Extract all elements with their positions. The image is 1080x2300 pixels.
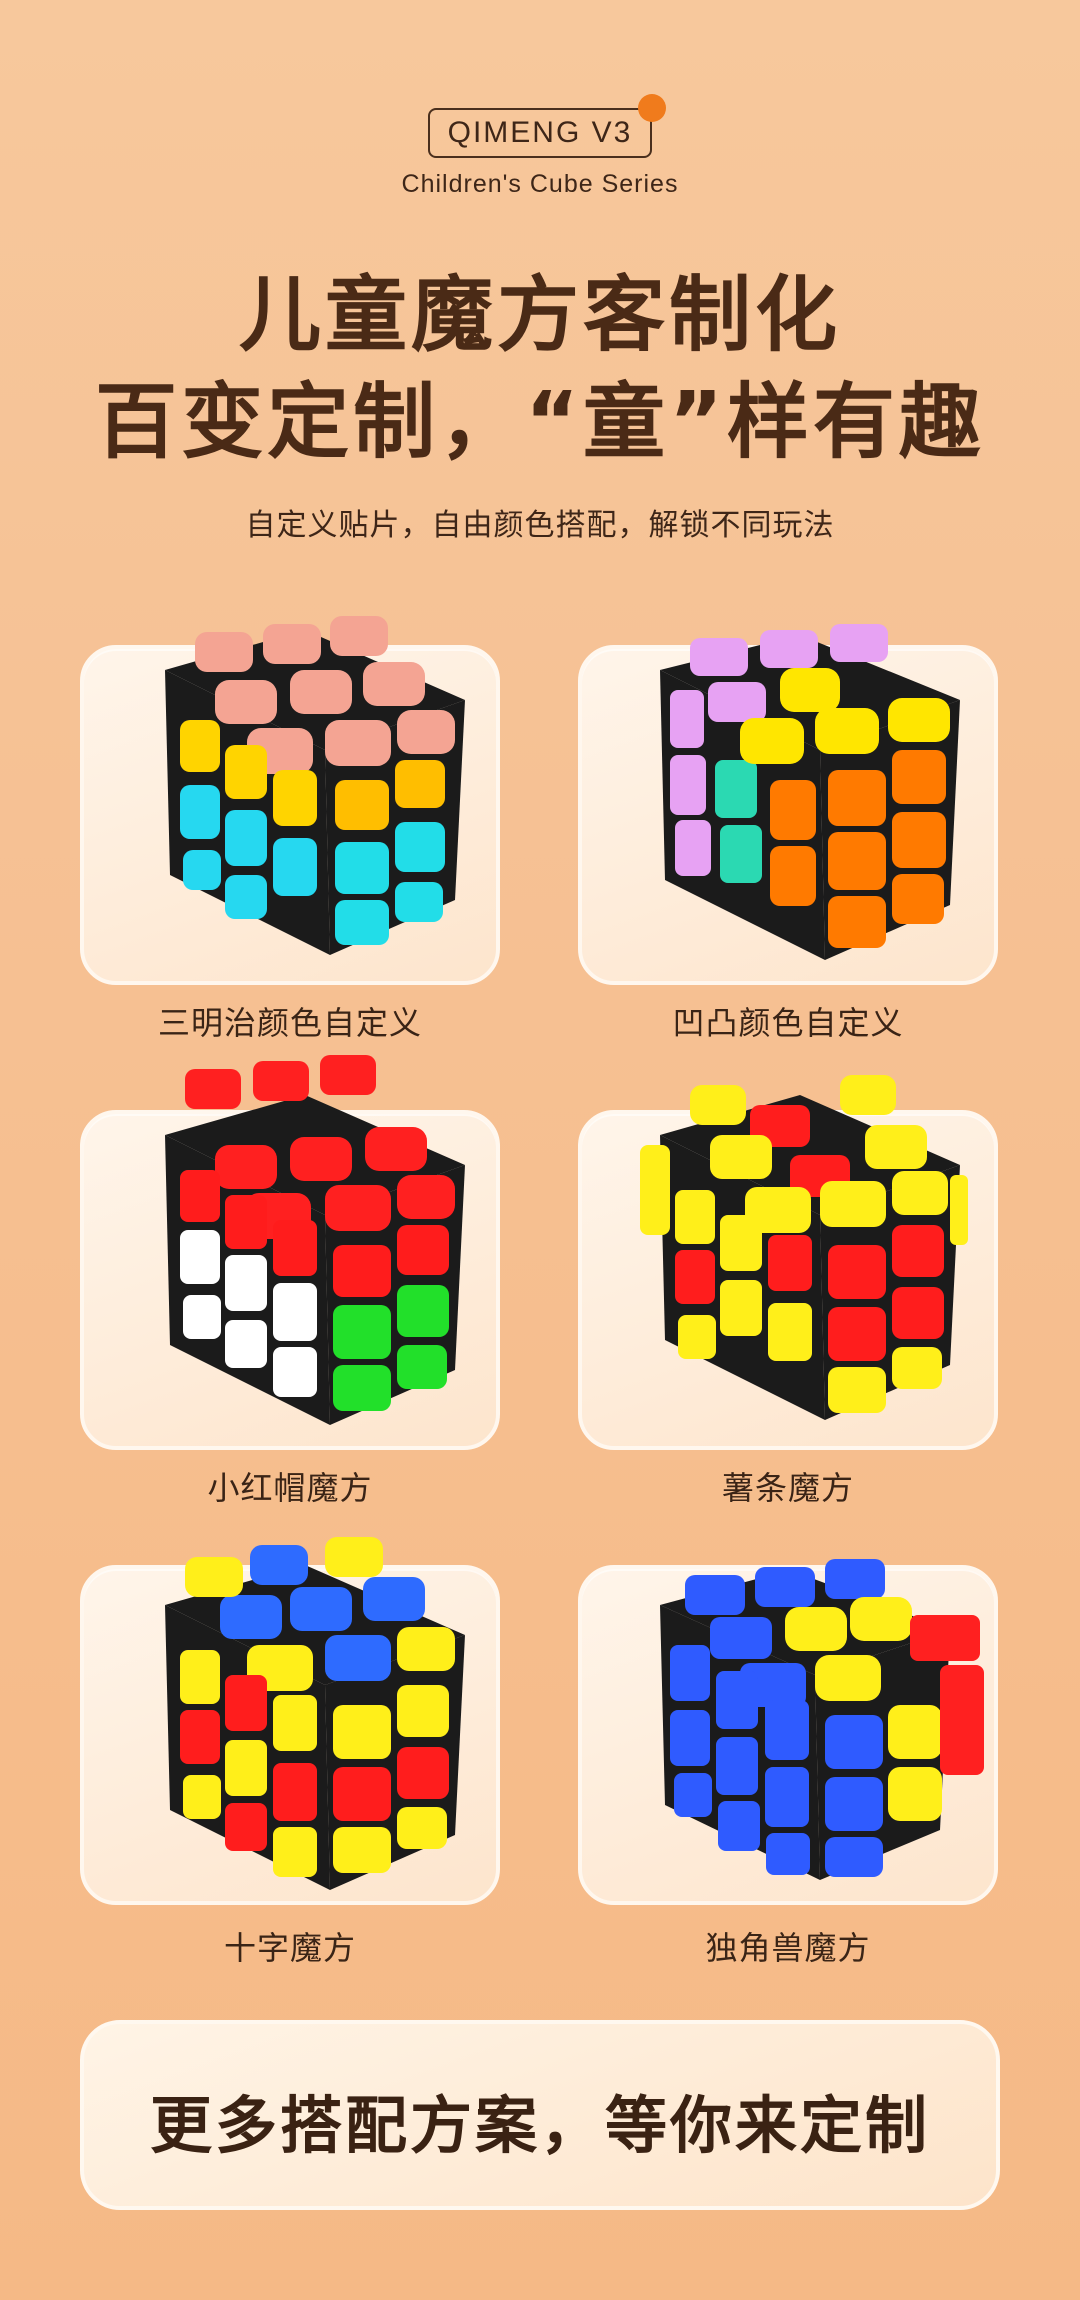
caption-red-hood: 小红帽魔方 — [207, 1469, 373, 1507]
unicorn-cube-image — [660, 1559, 984, 1880]
cross-cube-image — [165, 1537, 465, 1890]
subtitle: 自定义贴片，自由颜色搭配，解锁不同玩法 — [245, 508, 835, 543]
series-label: Children's Cube Series — [401, 170, 679, 198]
caption-bump: 凹凸颜色自定义 — [672, 1004, 904, 1042]
sandwich-cube-image — [165, 616, 465, 955]
bump-cube-image — [660, 624, 960, 960]
footer-text: 更多搭配方案，等你来定制 — [149, 2089, 930, 2162]
caption-unicorn: 独角兽魔方 — [705, 1929, 871, 1967]
orange-dot-icon — [638, 94, 667, 122]
fries-cube-image — [640, 1075, 968, 1420]
headline-line-2: 百变定制，“童”样有趣 — [95, 375, 985, 470]
headline-line-1: 儿童魔方客制化 — [238, 268, 841, 363]
caption-cross: 十字魔方 — [223, 1929, 356, 1967]
caption-fries: 薯条魔方 — [721, 1469, 854, 1507]
brand-badge: QIMENG V3 — [427, 94, 667, 158]
brand-badge-wrap: QIMENG V3 — [0, 94, 1080, 158]
brand-badge-text: QIMENG V3 — [447, 116, 633, 149]
caption-sandwich: 三明治颜色自定义 — [157, 1004, 422, 1042]
red-hood-cube-image — [165, 1055, 465, 1425]
